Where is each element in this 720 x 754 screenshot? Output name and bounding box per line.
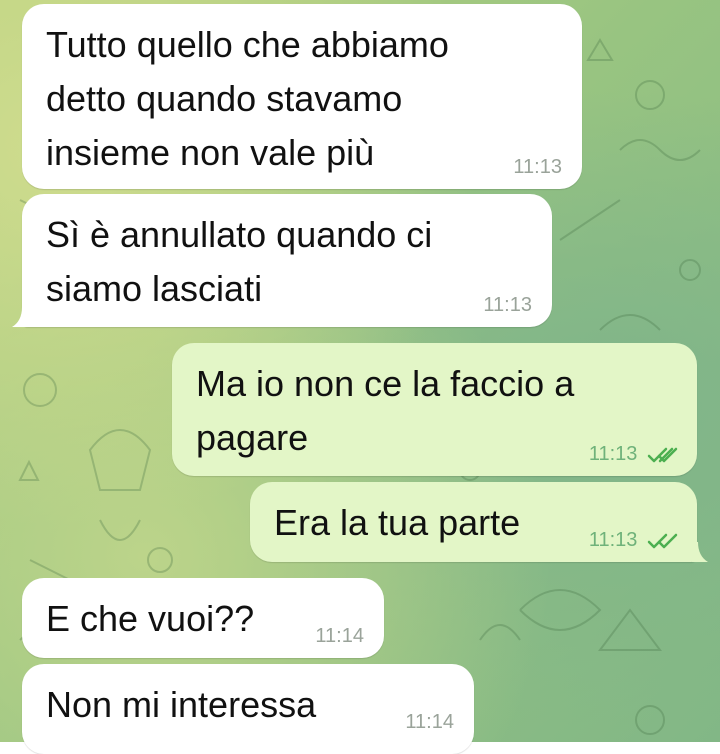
message-meta: 11:13 xyxy=(589,442,681,466)
message-text: Tutto quello che abbiamo detto quando st… xyxy=(46,18,449,180)
message-time: 11:13 xyxy=(588,443,638,465)
message-text: Ma io non ce la faccio a pagare xyxy=(196,357,574,465)
message-line: Sì è annullato quando ci xyxy=(46,214,433,255)
double-check-icon xyxy=(647,447,678,462)
message-line: Era la tua parte xyxy=(274,502,521,543)
bubble-tail-outgoing xyxy=(692,542,708,562)
message-text: Non mi interessa xyxy=(46,678,316,732)
message-line: Non mi interessa xyxy=(46,684,317,725)
message-text: Sì è annullato quando ci siamo lasciati xyxy=(46,208,432,316)
message-bubble-incoming[interactable]: Sì è annullato quando ci siamo lasciati … xyxy=(22,194,552,327)
message-text: Era la tua parte xyxy=(274,496,520,550)
message-line: Ma io non ce la faccio a xyxy=(196,363,575,404)
message-line: Tutto quello che abbiamo xyxy=(46,24,449,65)
message-text: E che vuoi?? xyxy=(46,592,254,646)
message-time: 11:13 xyxy=(483,294,532,316)
message-bubble-incoming[interactable]: Non mi interessa 11:14 xyxy=(22,664,474,754)
message-bubble-incoming[interactable]: E che vuoi?? 11:14 xyxy=(22,578,384,658)
message-time: 11:13 xyxy=(513,156,562,178)
message-bubble-incoming[interactable]: Tutto quello che abbiamo detto quando st… xyxy=(22,4,582,189)
message-line: pagare xyxy=(196,417,309,458)
message-time: 11:14 xyxy=(405,711,454,733)
message-bubble-outgoing[interactable]: Era la tua parte 11:13 xyxy=(250,482,697,562)
message-bubble-outgoing[interactable]: Ma io non ce la faccio a pagare 11:13 xyxy=(172,343,697,476)
message-line: detto quando stavamo xyxy=(46,78,403,119)
message-line: E che vuoi?? xyxy=(46,598,255,639)
message-time: 11:13 xyxy=(588,529,638,551)
bubble-tail-incoming xyxy=(12,307,28,327)
message-meta: 11:13 xyxy=(589,528,681,552)
message-time: 11:14 xyxy=(315,625,364,647)
message-line: insieme non vale più xyxy=(46,132,375,173)
double-check-icon xyxy=(647,533,678,548)
message-line: siamo lasciati xyxy=(46,268,263,309)
